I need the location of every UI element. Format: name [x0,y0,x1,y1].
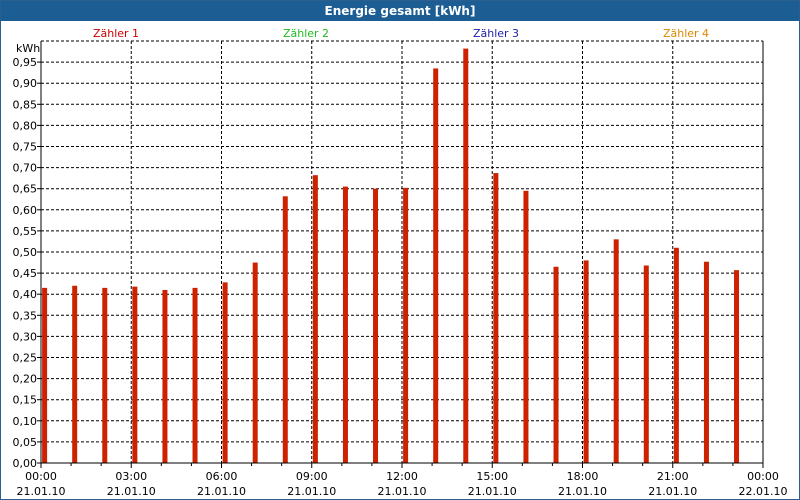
y-tick-label: 0,95 [13,56,38,69]
bar [162,289,168,463]
bar [252,262,258,463]
y-axis-ticks: 0,00 0,05 0,10 0,15 0,20 0,25 0,30 0,35 0,40 0,45… [13,56,41,470]
legend-entry: Zähler 1 [93,27,139,40]
y-tick-label: 0,10 [13,415,38,428]
chart-grid [41,41,763,463]
legend-entry: Zähler 4 [663,27,709,40]
x-tick-date: 21.01.10 [17,485,66,498]
bar [312,175,318,464]
x-tick-time: 09:00 [296,470,328,483]
x-tick-date: 21.01.10 [287,485,336,498]
bar [102,287,108,463]
legend-entry: Zähler 2 [283,27,329,40]
legend-entry: Zähler 3 [473,27,519,40]
bar [523,190,529,463]
bar [493,173,499,463]
y-tick-label: 0,15 [13,394,38,407]
x-tick-time: 15:00 [476,470,508,483]
bar [433,68,439,464]
bar [613,239,619,463]
chart-legend: Zähler 1 Zähler 2 Zähler 3 Zähler 4 [93,27,709,40]
bar [192,287,198,463]
bar [583,260,589,463]
x-tick-date: 22.01.10 [739,485,788,498]
x-tick-time: 00:00 [747,470,779,483]
x-tick-date: 21.01.10 [558,485,607,498]
x-tick-time: 00:00 [25,470,57,483]
x-tick-time: 03:00 [115,470,147,483]
y-axis-label: kWh [16,42,40,55]
chart-window: Energie gesamt [kWh] Zähler 1 Zähler 2 Zäh… [0,0,800,500]
y-tick-label: 0,80 [13,119,38,132]
y-tick-label: 0,50 [13,246,38,259]
y-tick-label: 0,35 [13,309,38,322]
y-tick-label: 0,45 [13,267,38,280]
energy-chart: Zähler 1 Zähler 2 Zähler 3 Zähler 4 kWh 0,0… [13,27,788,498]
x-tick-date: 21.01.10 [378,485,427,498]
y-tick-label: 0,85 [13,98,38,111]
bar [72,285,78,463]
x-tick-time: 12:00 [386,470,418,483]
x-axis-ticks: 00:00 21.01.10 03:00 21.01.10 06:00 21.01.10 0… [17,463,788,498]
y-tick-label: 0,25 [13,352,38,365]
bar [132,286,138,463]
x-tick-date: 21.01.10 [197,485,246,498]
x-tick-time: 06:00 [206,470,238,483]
y-tick-label: 0,90 [13,77,38,90]
bar [222,282,228,463]
x-tick-time: 21:00 [657,470,689,483]
bar [734,270,740,463]
x-tick-date: 21.01.10 [107,485,156,498]
window-title: Energie gesamt [kWh] [1,1,799,21]
bar [403,187,409,463]
y-tick-label: 0,00 [13,457,38,470]
bar [553,266,559,463]
chart-bars [42,48,740,464]
x-tick-date: 21.01.10 [468,485,517,498]
bar [703,261,709,463]
bar [643,265,649,463]
bar [373,188,379,463]
x-tick-date: 21.01.10 [648,485,697,498]
y-tick-label: 0,20 [13,373,38,386]
y-tick-label: 0,65 [13,183,38,196]
bar [42,287,48,463]
y-tick-label: 0,55 [13,225,38,238]
x-tick-time: 18:00 [567,470,599,483]
bar [342,186,348,463]
y-tick-label: 0,60 [13,204,38,217]
bar [673,247,679,463]
y-tick-label: 0,75 [13,141,38,154]
bar [282,196,288,463]
y-tick-label: 0,30 [13,330,38,343]
bar [463,48,469,463]
y-tick-label: 0,70 [13,162,38,175]
y-tick-label: 0,05 [13,436,38,449]
y-tick-label: 0,40 [13,288,38,301]
